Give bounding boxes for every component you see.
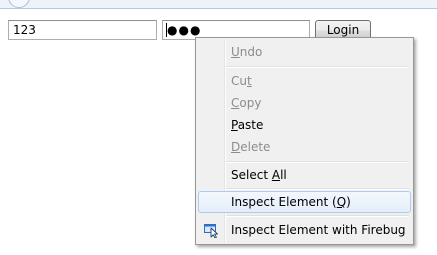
menu-item-inspect-with-firebug[interactable]: Inspect Element with Firebug: [198, 219, 411, 241]
firebug-inspect-icon: [204, 224, 218, 238]
browser-toolbar-edge: [0, 0, 437, 9]
menu-item-undo[interactable]: Undo: [198, 41, 411, 63]
menu-separator: [226, 215, 409, 217]
menu-item-accesskey: Q: [336, 195, 347, 209]
menu-item-accesskey: A: [271, 168, 281, 182]
menu-item-accesskey: t: [246, 74, 252, 88]
menu-item-label: opy: [239, 96, 262, 110]
menu-item-cut[interactable]: Cut: [198, 70, 411, 92]
menu-item-copy[interactable]: Copy: [198, 92, 411, 114]
menu-item-accesskey: P: [231, 118, 238, 132]
menu-item-label: ll: [280, 168, 287, 182]
menu-item-accesskey: U: [231, 45, 240, 59]
menu-item-label: Inspect Element with Firebug: [231, 223, 406, 237]
menu-item-label: Inspect Element (: [231, 195, 337, 209]
menu-item-accesskey: D: [231, 140, 241, 154]
menu-item-label: Select: [231, 168, 272, 182]
browser-tab-corner: [8, 0, 30, 8]
menu-item-label: ndo: [239, 45, 263, 59]
menu-item-label: aste: [237, 118, 264, 132]
menu-item-label: elete: [240, 140, 271, 154]
menu-separator: [226, 161, 409, 163]
menu-item-label: Cu: [231, 74, 247, 88]
context-menu: Undo Cut Copy Paste Delete Select All In…: [195, 37, 414, 245]
menu-item-select-all[interactable]: Select All: [198, 164, 411, 186]
menu-separator: [226, 66, 409, 68]
menu-separator: [226, 188, 409, 190]
menu-item-inspect-element[interactable]: Inspect Element (Q): [198, 191, 411, 213]
menu-item-label: ): [346, 195, 351, 209]
username-input[interactable]: [8, 20, 157, 40]
menu-item-paste[interactable]: Paste: [198, 114, 411, 136]
menu-item-delete[interactable]: Delete: [198, 136, 411, 158]
